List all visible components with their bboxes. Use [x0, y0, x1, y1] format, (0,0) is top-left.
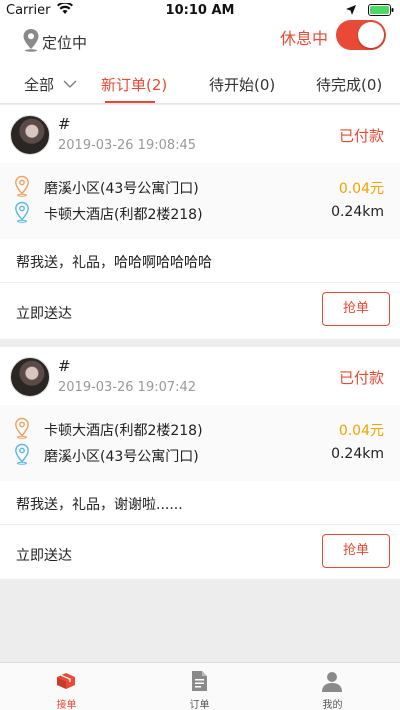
tab-bar-item-orders[interactable]: 订单 — [133, 663, 266, 710]
avatar — [10, 115, 50, 155]
top-bar: 定位中 休息中 — [0, 20, 400, 60]
chevron-down-icon — [63, 74, 77, 92]
dropoff-marker-icon — [14, 201, 30, 227]
tab-bar-item-profile[interactable]: 我的 — [266, 663, 399, 710]
bottom-tab-bar: 接单 订单 我的 — [0, 662, 400, 710]
address-block: 卡顿大酒店(利都2楼218) 0.04元 磨溪小区(43号公寓门口) 0.24k… — [0, 405, 400, 481]
order-price: 0.04元 — [338, 181, 384, 197]
order-timestamp: 2019-03-26 19:08:45 — [58, 138, 197, 153]
dropoff-row: 磨溪小区(43号公寓门口) 0.24km — [0, 443, 400, 465]
grab-order-button[interactable]: 抢单 — [322, 534, 390, 568]
order-card[interactable]: # 2019-03-26 19:08:45 已付款 磨溪小区(43号公寓门口) … — [0, 105, 400, 339]
document-icon — [187, 669, 211, 693]
tab-all[interactable]: 全部 — [24, 74, 77, 95]
pickup-address: 磨溪小区(43号公寓门口) — [44, 181, 199, 197]
tab-new-orders[interactable]: 新订单(2) — [101, 74, 167, 95]
tab-bar-label: 接单 — [56, 700, 77, 710]
tab-pending-start[interactable]: 待开始(0) — [209, 74, 275, 95]
dropoff-address: 磨溪小区(43号公寓门口) — [44, 449, 199, 465]
delivery-type: 立即送达 — [16, 306, 72, 322]
pickup-marker-icon — [14, 175, 30, 201]
order-distance: 0.24km — [331, 204, 384, 220]
battery-icon — [368, 4, 394, 20]
order-number: # — [58, 115, 71, 133]
pickup-row: 卡顿大酒店(利都2楼218) 0.04元 — [0, 417, 400, 439]
dropoff-address: 卡顿大酒店(利都2楼218) — [44, 207, 203, 223]
work-status-toggle[interactable] — [336, 20, 386, 50]
pickup-address: 卡顿大酒店(利都2楼218) — [44, 423, 203, 439]
order-filter-tabs: 全部 新订单(2) 待开始(0) 待完成(0) — [0, 60, 400, 104]
avatar — [10, 357, 50, 397]
dropoff-row: 卡顿大酒店(利都2楼218) 0.24km — [0, 201, 400, 223]
payment-status: 已付款 — [338, 369, 384, 387]
order-number: # — [58, 357, 71, 375]
order-note: 帮我送，礼品，谢谢啦...... — [16, 497, 183, 513]
location-status: 定位中 — [42, 34, 88, 52]
status-bar: Carrier 10:10 AM — [0, 0, 400, 20]
order-timestamp: 2019-03-26 19:07:42 — [58, 380, 197, 395]
divider — [0, 282, 400, 283]
tab-bar-label: 订单 — [189, 700, 210, 710]
toggle-knob — [358, 22, 384, 48]
grab-orders-icon — [54, 669, 78, 693]
divider — [0, 524, 400, 525]
tab-bar-label: 我的 — [322, 700, 343, 710]
tab-pending-complete[interactable]: 待完成(0) — [316, 74, 382, 95]
grab-order-button[interactable]: 抢单 — [322, 292, 390, 326]
order-distance: 0.24km — [331, 446, 384, 462]
pickup-marker-icon — [14, 417, 30, 443]
dropoff-marker-icon — [14, 443, 30, 469]
location-pin-icon[interactable] — [22, 28, 40, 56]
tab-bar-item-grab[interactable]: 接单 — [0, 663, 133, 710]
pickup-row: 磨溪小区(43号公寓门口) 0.04元 — [0, 175, 400, 197]
location-arrow-icon — [346, 4, 356, 19]
active-tab-indicator — [105, 101, 155, 103]
order-price: 0.04元 — [338, 423, 384, 439]
address-block: 磨溪小区(43号公寓门口) 0.04元 卡顿大酒店(利都2楼218) 0.24k… — [0, 163, 400, 239]
order-card[interactable]: # 2019-03-26 19:07:42 已付款 卡顿大酒店(利都2楼218)… — [0, 347, 400, 579]
profile-icon — [320, 669, 344, 693]
rest-status-label: 休息中 — [280, 29, 329, 48]
payment-status: 已付款 — [338, 127, 384, 145]
clock: 10:10 AM — [165, 3, 235, 18]
order-note: 帮我送，礼品，哈哈啊哈哈哈哈 — [16, 255, 212, 271]
tab-all-label: 全部 — [24, 76, 55, 94]
delivery-type: 立即送达 — [16, 548, 72, 564]
